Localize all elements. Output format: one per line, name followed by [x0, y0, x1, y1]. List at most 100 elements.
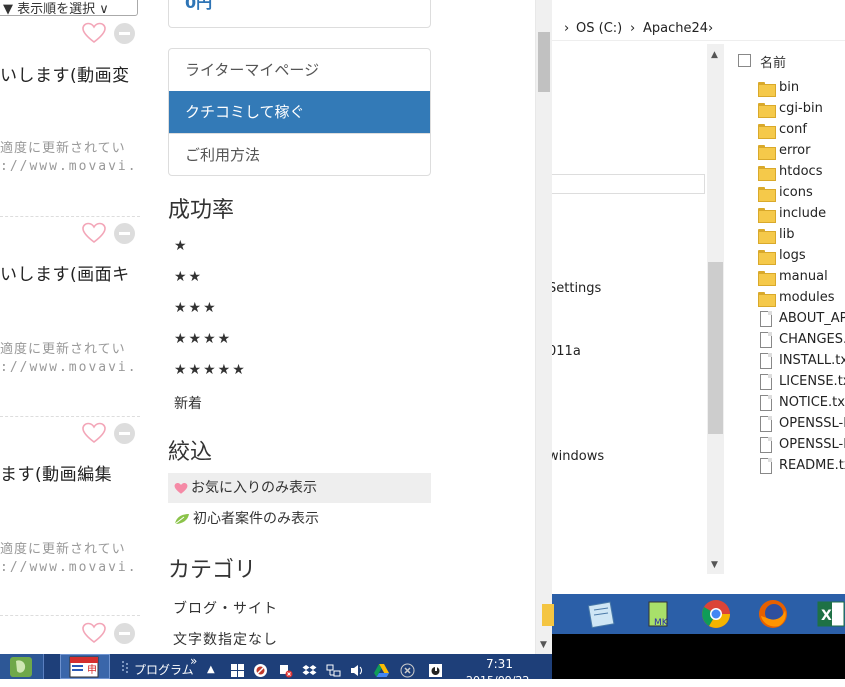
dropbox-icon[interactable] [302, 663, 317, 678]
job-card-desc: 適度に更新されてい [0, 542, 126, 557]
hide-icon[interactable] [114, 623, 135, 644]
rating-3[interactable]: ★★★ [174, 300, 218, 316]
job-card-title[interactable]: いします(画面キ [0, 260, 130, 285]
security-icon[interactable] [253, 663, 268, 678]
success-rate-heading: 成功率 [168, 198, 235, 223]
item-name: OPENSSL-N [779, 416, 845, 431]
item-name: logs [779, 248, 806, 263]
taskbar-app-button[interactable]: 申 [60, 654, 110, 679]
rating-1[interactable]: ★ [174, 238, 189, 254]
folder-icon [758, 208, 776, 223]
windows-icon[interactable] [230, 663, 245, 678]
toolbar-overflow-icon[interactable]: » [190, 654, 197, 668]
rating-2[interactable]: ★★ [174, 269, 203, 285]
job-card-url: ://www.movavi. [0, 560, 138, 575]
firefox-icon[interactable] [757, 598, 789, 630]
nav-item[interactable]: Settings [552, 281, 601, 296]
hide-icon[interactable] [114, 223, 135, 244]
item-name: LICENSE.tx [779, 374, 845, 389]
menu-item-review-earn[interactable]: クチコミして稼ぐ [169, 91, 430, 133]
excel-icon[interactable]: X [814, 598, 845, 630]
programs-toolbar-label[interactable]: プログラム [134, 661, 194, 678]
item-name: README.tx [779, 458, 845, 473]
sort-order-select[interactable]: ▼ 表示順を選択 ∨ [0, 0, 138, 16]
nav-selected-row[interactable] [552, 174, 705, 194]
item-name: modules [779, 290, 835, 305]
clock-date[interactable]: 2015/09/22 [466, 674, 529, 687]
filter-favorites[interactable]: お気に入りのみ表示 [168, 473, 431, 503]
job-card-desc: 適度に更新されてい [0, 141, 126, 156]
address-bar[interactable]: › OS (C:) › Apache24 › [552, 17, 845, 41]
item-name: bin [779, 80, 800, 95]
scroll-up-arrow-icon[interactable]: ▲ [711, 50, 718, 60]
page-scrollbar[interactable]: ▼ [535, 0, 552, 654]
file-icon [760, 332, 772, 348]
file-explorer-window: 基準 › OS (C:) › Apache24 › Settings 011a … [552, 0, 845, 594]
heart-icon[interactable] [82, 22, 106, 44]
desktop-quicklaunch: MK X [542, 594, 845, 634]
heart-icon[interactable] [82, 222, 106, 244]
item-name: lib [779, 227, 795, 242]
category-item[interactable]: 文字数指定なし [173, 629, 278, 649]
nav-item[interactable]: 011a [552, 344, 581, 359]
job-card-url: ://www.movavi. [0, 360, 138, 375]
item-name: icons [779, 185, 813, 200]
breadcrumb-folder[interactable]: Apache24 [643, 21, 708, 36]
show-hidden-icons-icon[interactable]: ▲ [207, 664, 215, 675]
select-all-checkbox[interactable] [738, 54, 751, 67]
app-tray-icon[interactable] [428, 663, 443, 678]
menu-item-writer-mypage[interactable]: ライターマイページ [169, 49, 430, 91]
clock-time[interactable]: 7:31 [486, 657, 513, 671]
web-page: ▼ 表示順を選択 ∨ いします(動画変 適度に更新されてい ://www.mov… [0, 0, 552, 654]
file-icon [760, 374, 772, 390]
rating-new[interactable]: 新着 [174, 393, 202, 413]
category-item[interactable]: ブログ・サイト [173, 598, 278, 618]
folder-icon [758, 250, 776, 265]
scrollbar-thumb[interactable] [538, 32, 550, 92]
chevron-right-icon: › [630, 21, 636, 36]
taskbar-evernote-button[interactable] [0, 654, 44, 679]
folder-icon [758, 145, 776, 160]
heart-icon[interactable] [82, 422, 106, 444]
job-card-title[interactable]: いします(動画変 [0, 61, 130, 86]
network-error-icon[interactable] [278, 663, 293, 678]
explorer-top: 基準 [552, 0, 845, 8]
file-list: 名前 bin cgi-bin conf error htdocs icons include… [724, 44, 845, 574]
item-name: error [779, 143, 811, 158]
rating-4[interactable]: ★★★★ [174, 331, 232, 347]
nav-scrollbar[interactable]: ▲ ▼ [707, 44, 724, 574]
pad-icon[interactable]: MK [644, 598, 676, 630]
filter-beginner[interactable]: 初心者案件のみ表示 [168, 504, 431, 534]
close-circle-icon[interactable] [400, 663, 415, 678]
folder-icon [758, 124, 776, 139]
item-name: CHANGES.t [779, 332, 845, 347]
evernote-icon [10, 657, 32, 677]
hide-icon[interactable] [114, 23, 135, 44]
network-icon[interactable] [326, 663, 341, 678]
divider [0, 216, 140, 217]
file-icon [760, 395, 772, 411]
folder-icon [758, 82, 776, 97]
japan-app-icon: 申 [69, 656, 99, 678]
scroll-down-arrow-icon[interactable]: ▼ [711, 560, 718, 570]
job-card-title[interactable]: ます(動画編集 [0, 460, 112, 485]
menu-item-how-to-use[interactable]: ご利用方法 [169, 133, 430, 175]
scrollbar-thumb[interactable] [708, 262, 723, 434]
item-name: NOTICE.txt [779, 395, 845, 410]
taskbar: 申 プログラム » ▲ 7:31 2015/09/22 [0, 654, 552, 687]
file-icon [760, 353, 772, 369]
heart-icon [174, 482, 188, 494]
app-icon[interactable] [542, 598, 574, 630]
file-icon [760, 458, 772, 474]
hide-icon[interactable] [114, 423, 135, 444]
heart-icon[interactable] [82, 622, 106, 644]
chrome-icon[interactable] [700, 598, 732, 630]
nav-item[interactable]: windows [552, 449, 604, 464]
volume-icon[interactable] [350, 663, 365, 678]
notepad-icon[interactable] [584, 598, 616, 630]
rating-5[interactable]: ★★★★★ [174, 362, 247, 378]
scroll-down-arrow-icon[interactable]: ▼ [540, 640, 547, 650]
file-icon [760, 437, 772, 453]
google-drive-icon[interactable] [374, 663, 389, 678]
breadcrumb-drive[interactable]: OS (C:) [576, 21, 622, 36]
